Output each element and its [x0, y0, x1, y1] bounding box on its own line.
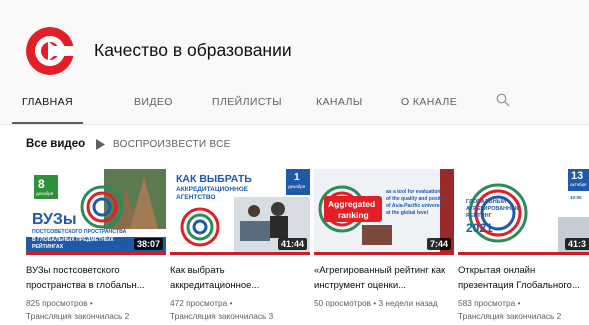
thumb-line: of the quality and position	[386, 196, 449, 202]
video-title[interactable]: Открытая онлайн презентация Глобального.…	[458, 263, 589, 293]
video-card[interactable]: 8 декабря ВУЗы ПОСТСОВЕТСКОГО ПРОСТРАНСТ…	[26, 169, 166, 323]
watched-progress-bar	[314, 252, 454, 255]
search-icon[interactable]	[496, 93, 510, 107]
thumb-time: 10:00	[570, 195, 582, 200]
thumb-line: РЕЙТИНГ	[466, 213, 492, 219]
video-thumbnail[interactable]: Aggregated ranking as a tool for evaluat…	[314, 169, 454, 255]
thumb-heading: ВУЗы	[32, 211, 77, 228]
watched-progress-bar	[26, 252, 166, 255]
thumb-line: of Asia-Pacific universi	[386, 203, 441, 209]
video-duration: 7:44	[426, 238, 451, 250]
play-all-label: ВОСПРОИЗВЕСТИ ВСЕ	[113, 139, 231, 150]
watched-progress-bar	[170, 252, 310, 255]
thumb-subheading: ПОСТСОВЕТСКОГО ПРОСТРАНСТВА	[32, 229, 127, 235]
thumb-line: АГРЕГИРОВАННЫЙ	[466, 206, 521, 212]
video-duration: 41:3	[564, 238, 589, 250]
watched-progress-bar	[458, 252, 589, 255]
video-status: Трансляция закончилась 2	[26, 311, 130, 321]
video-thumbnail[interactable]: ГЛОБАЛЬНЫЙ АГРЕГИРОВАННЫЙ РЕЙТИНГ 2021 1…	[458, 169, 589, 255]
thumb-date-day: 1	[294, 172, 300, 183]
thumb-badge: Aggregated	[328, 199, 376, 209]
video-title[interactable]: «Агрегированный рейтинг как инструмент о…	[314, 263, 454, 293]
video-card[interactable]: ГЛОБАЛЬНЫЙ АГРЕГИРОВАННЫЙ РЕЙТИНГ 2021 1…	[458, 169, 589, 323]
tab-playlists[interactable]: ПЛЕЙЛИСТЫ	[212, 86, 282, 124]
channel-logo-icon[interactable]	[26, 27, 74, 75]
video-views: 825 просмотров •	[26, 298, 93, 308]
thumb-badge: ranking	[338, 210, 369, 220]
tab-videos[interactable]: ВИДЕО	[134, 86, 173, 124]
thumb-line: ГЛОБАЛЬНЫЙ	[466, 199, 507, 205]
video-duration: 38:07	[133, 238, 163, 250]
tab-about[interactable]: О КАНАЛЕ	[401, 86, 457, 124]
video-duration: 41:44	[277, 238, 307, 250]
video-views: 50 просмотров • 3 недели назад	[314, 298, 438, 308]
video-views: 472 просмотра •	[170, 298, 233, 308]
thumb-line: at the global level	[386, 210, 428, 216]
thumb-heading: АККРЕДИТАЦИОННОЕ	[176, 186, 249, 193]
tab-home[interactable]: ГЛАВНАЯ	[12, 86, 83, 124]
video-title[interactable]: ВУЗы постсоветского пространства в глоба…	[26, 263, 166, 293]
section-title[interactable]: Все видео	[26, 138, 85, 150]
thumb-date-day: 13	[571, 170, 584, 182]
play-icon	[96, 139, 105, 150]
thumb-date-month: декабря	[288, 184, 306, 189]
video-status: Трансляция закончилась 3	[170, 311, 274, 321]
thumb-subheading: В ГЛОБАЛЬНЫХ ПРЕДМЕТНЫХ	[32, 237, 114, 243]
video-thumbnail[interactable]: 8 декабря ВУЗы ПОСТСОВЕТСКОГО ПРОСТРАНСТ…	[26, 169, 166, 255]
thumb-year: 2021	[466, 221, 493, 235]
video-card[interactable]: Aggregated ranking as a tool for evaluat…	[314, 169, 454, 310]
thumb-heading: АГЕНТСТВО	[176, 194, 216, 201]
video-thumbnail[interactable]: КАК ВЫБРАТЬ АККРЕДИТАЦИОННОЕ АГЕНТСТВО 1…	[170, 169, 310, 255]
thumb-subheading: РЕЙТИНГАХ	[32, 244, 64, 250]
video-title[interactable]: Как выбрать аккредитационное...	[170, 263, 310, 293]
thumb-heading: КАК ВЫБРАТЬ	[176, 173, 252, 185]
tab-channels[interactable]: КАНАЛЫ	[316, 86, 363, 124]
thumb-date-day: 8	[38, 177, 45, 191]
video-status: Трансляция закончилась 2	[458, 311, 562, 321]
thumb-date-month: декабря	[36, 191, 54, 196]
thumb-line: as a tool for evaluation	[386, 189, 441, 195]
channel-title: Качество в образовании	[94, 40, 292, 60]
thumb-date-month: октября	[570, 182, 587, 187]
channel-header: Качество в образовании ГЛАВНАЯ ВИДЕО ПЛЕ…	[0, 0, 589, 125]
video-views: 583 просмотра •	[458, 298, 521, 308]
video-card[interactable]: КАК ВЫБРАТЬ АККРЕДИТАЦИОННОЕ АГЕНТСТВО 1…	[170, 169, 310, 323]
